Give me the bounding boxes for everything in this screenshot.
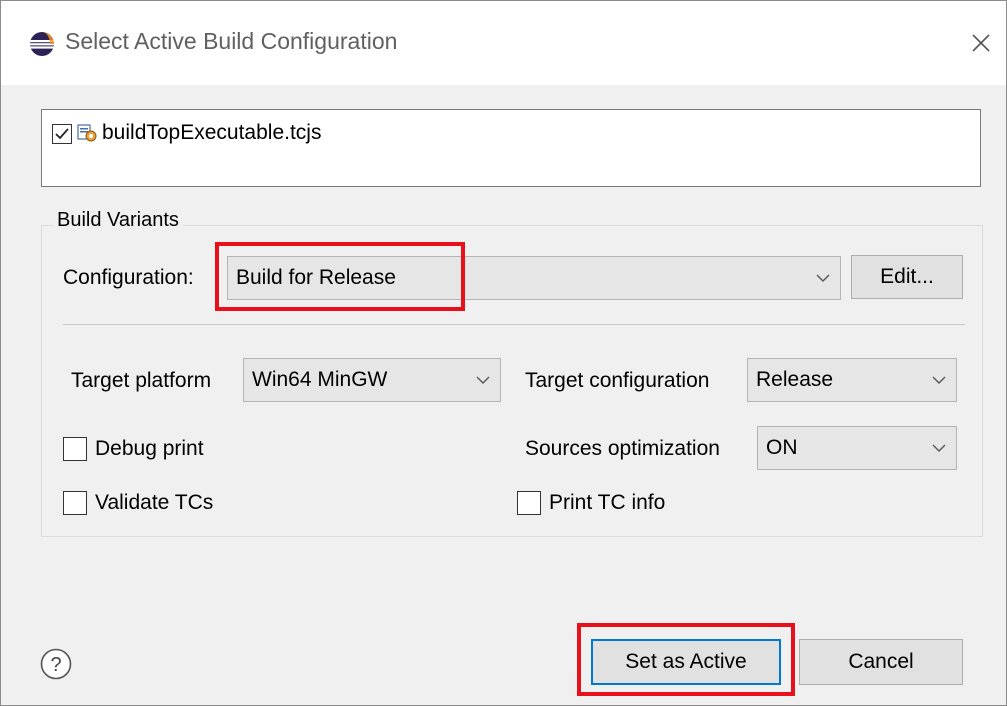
validate-tcs-label: Validate TCs xyxy=(95,491,214,514)
project-label[interactable]: buildTopExecutable.tcjs xyxy=(102,121,321,145)
debug-print-label: Debug print xyxy=(95,437,204,460)
title-bar: Select Active Build Configuration xyxy=(1,1,1006,85)
cancel-label: Cancel xyxy=(848,650,914,673)
help-icon[interactable]: ? xyxy=(39,647,73,681)
svg-text:?: ? xyxy=(50,654,61,676)
target-configuration-value: Release xyxy=(756,368,834,391)
target-platform-select[interactable]: Win64 MinGW xyxy=(243,358,501,402)
sources-optimization-label: Sources optimization xyxy=(525,437,720,460)
configuration-select[interactable]: Build for Release xyxy=(227,256,841,300)
configuration-value: Build for Release xyxy=(236,266,396,289)
window-title: Select Active Build Configuration xyxy=(65,28,398,54)
print-tc-info-label: Print TC info xyxy=(549,491,666,514)
edit-button-label: Edit... xyxy=(880,265,934,288)
close-icon[interactable] xyxy=(967,29,995,57)
chevron-down-icon xyxy=(932,376,946,384)
chevron-down-icon xyxy=(932,444,946,452)
debug-print-checkbox[interactable] xyxy=(63,437,87,461)
chevron-down-icon xyxy=(476,376,490,384)
project-icon xyxy=(77,124,97,142)
set-as-active-label: Set as Active xyxy=(625,650,747,673)
target-platform-label: Target platform xyxy=(71,369,212,392)
validate-tcs-checkbox[interactable] xyxy=(63,491,87,515)
eclipse-icon xyxy=(30,32,54,56)
target-configuration-label: Target configuration xyxy=(525,369,710,392)
edit-button[interactable]: Edit... xyxy=(851,255,963,299)
cancel-button[interactable]: Cancel xyxy=(799,639,963,685)
chevron-down-icon xyxy=(816,274,830,282)
print-tc-info-checkbox[interactable] xyxy=(517,491,541,515)
sources-optimization-value: ON xyxy=(766,436,798,459)
target-configuration-select[interactable]: Release xyxy=(747,358,957,402)
project-checkbox[interactable] xyxy=(52,124,72,144)
sources-optimization-select[interactable]: ON xyxy=(757,426,957,470)
separator xyxy=(63,324,965,325)
project-list: buildTopExecutable.tcjs xyxy=(41,109,981,187)
target-platform-value: Win64 MinGW xyxy=(252,368,388,391)
build-variants-label: Build Variants xyxy=(53,209,183,232)
set-as-active-button[interactable]: Set as Active xyxy=(591,639,781,685)
build-config-dialog: Select Active Build Configuration buildT… xyxy=(0,0,1007,706)
configuration-label: Configuration: xyxy=(63,266,194,289)
checkmark-icon xyxy=(55,128,69,140)
